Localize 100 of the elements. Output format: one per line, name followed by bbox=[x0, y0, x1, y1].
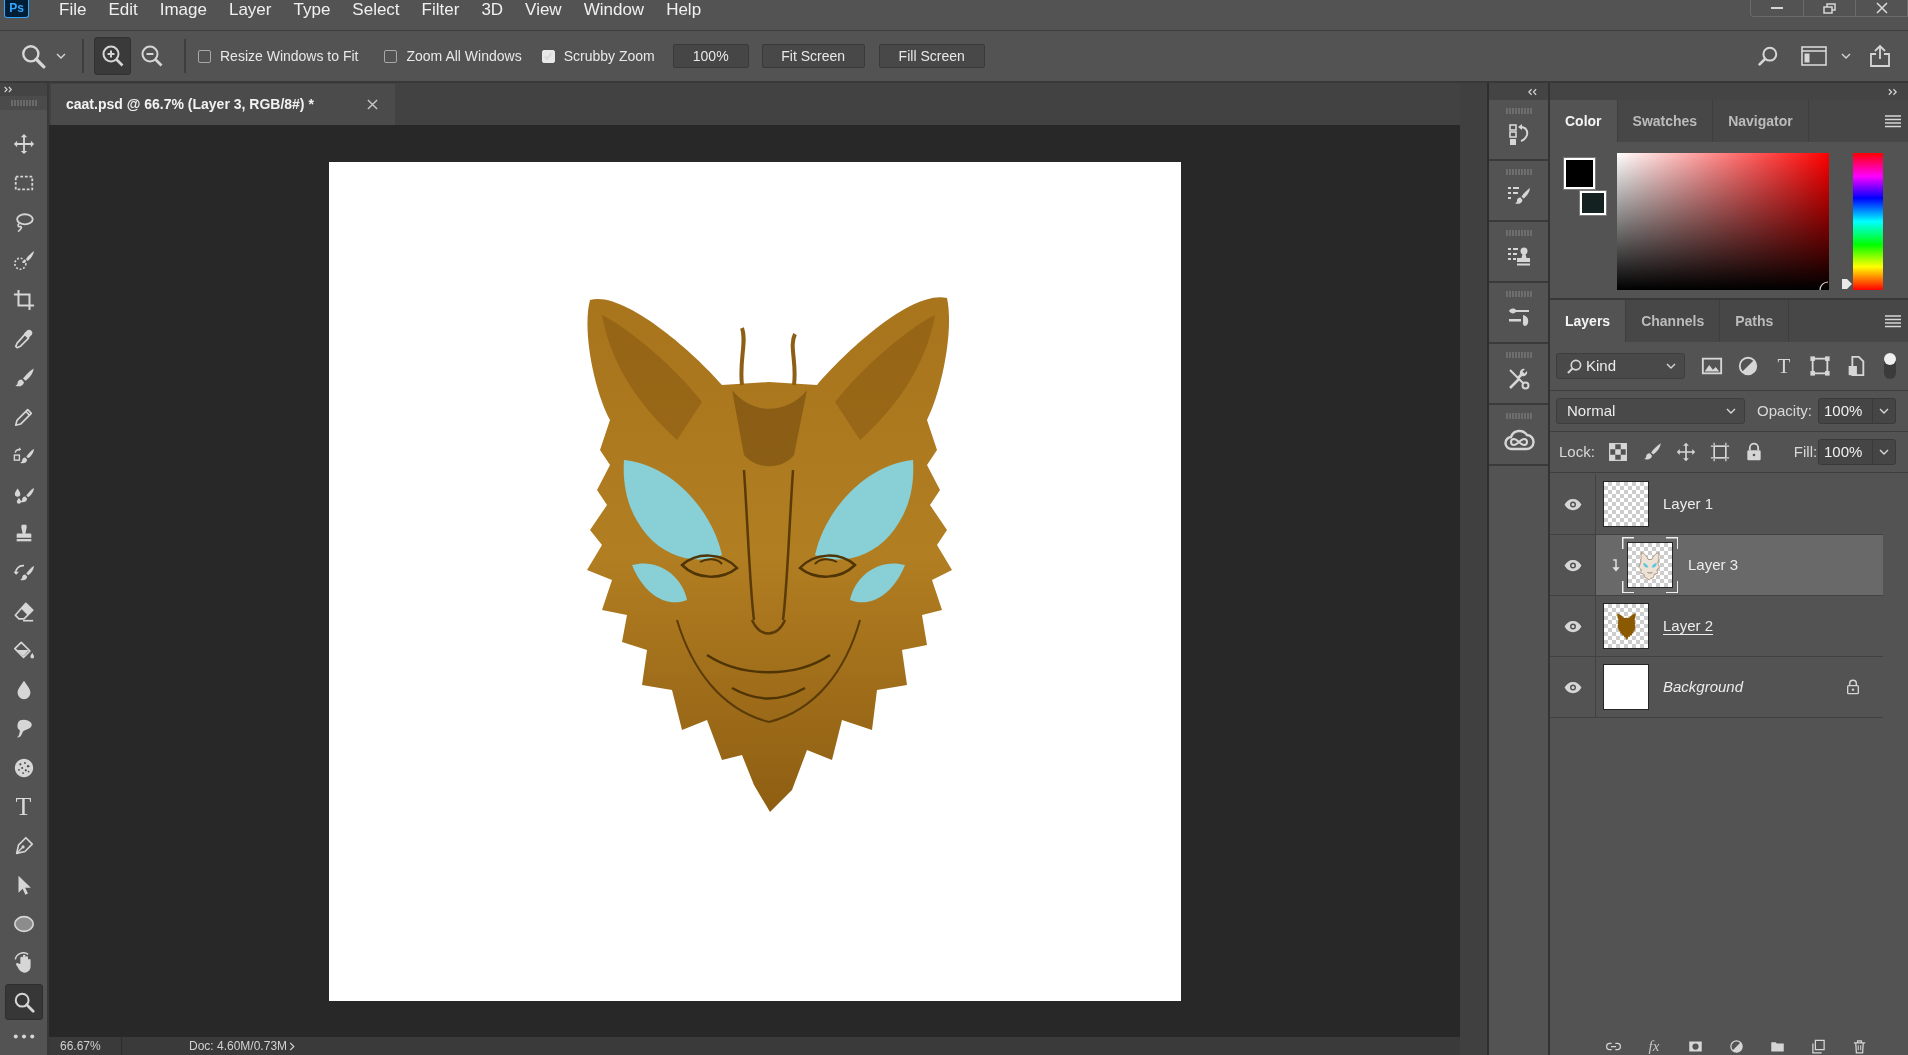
grip-icon[interactable] bbox=[1505, 352, 1532, 358]
search-icon[interactable] bbox=[1757, 45, 1779, 67]
chevron-down-icon[interactable] bbox=[1841, 53, 1851, 59]
blend-mode-dropdown[interactable]: Normal bbox=[1556, 398, 1745, 424]
picker-ring-icon bbox=[1819, 281, 1829, 290]
layer-name: Layer 2 bbox=[1663, 615, 1714, 636]
document-tab[interactable]: caat.psd @ 66.7% (Layer 3, RGB/8#) * bbox=[51, 84, 395, 125]
toolbar-button[interactable]: Fill Screen bbox=[878, 44, 985, 68]
filter-toggle[interactable] bbox=[1884, 353, 1896, 379]
background-color-swatch[interactable] bbox=[1580, 191, 1606, 215]
checkbox[interactable] bbox=[384, 49, 398, 63]
lock-button[interactable] bbox=[1708, 441, 1731, 463]
hue-slider[interactable] bbox=[1841, 153, 1883, 290]
bucket-icon bbox=[12, 639, 35, 662]
restore-icon bbox=[1821, 2, 1838, 14]
eye-icon[interactable] bbox=[1562, 557, 1583, 573]
chevron-down-icon bbox=[1726, 408, 1736, 414]
layer-thumbnail bbox=[1603, 481, 1649, 527]
eye-icon[interactable] bbox=[1562, 618, 1583, 634]
zoom-field[interactable]: 66.67% bbox=[49, 1037, 122, 1055]
caret-right-icon[interactable] bbox=[289, 1041, 296, 1051]
menu-item[interactable]: File bbox=[48, 0, 98, 20]
filter-button[interactable]: T bbox=[1769, 353, 1799, 379]
new-button[interactable] bbox=[1810, 1038, 1826, 1054]
layer-row[interactable]: Layer 3 bbox=[1596, 535, 1883, 595]
panel-tab[interactable]: Layers bbox=[1550, 300, 1627, 342]
close-icon[interactable] bbox=[367, 99, 378, 110]
chevron-down-icon bbox=[1879, 408, 1889, 414]
eyedropper-icon bbox=[12, 327, 35, 350]
minimize-icon bbox=[1769, 6, 1785, 10]
half-circle-icon bbox=[1737, 355, 1759, 377]
transform-box-icon bbox=[1809, 355, 1831, 377]
menu-item[interactable]: Filter bbox=[410, 0, 471, 20]
panel-tab[interactable]: Color bbox=[1550, 100, 1618, 142]
list-stamp-icon bbox=[1505, 245, 1532, 269]
app-logo: Ps bbox=[4, 0, 29, 18]
double-chevron-right-icon[interactable] bbox=[3, 86, 13, 93]
tool-button[interactable] bbox=[4, 983, 43, 1020]
dotted-circle-brush-icon bbox=[12, 249, 35, 272]
checkbox-label[interactable]: Zoom All Windows bbox=[406, 45, 522, 67]
eraser-icon bbox=[12, 600, 35, 623]
delete-button[interactable] bbox=[1851, 1038, 1867, 1054]
panel-tab[interactable]: Channels bbox=[1626, 300, 1721, 342]
grip-icon[interactable] bbox=[1505, 413, 1532, 419]
tool-button[interactable]: T bbox=[4, 788, 43, 825]
grip-icon[interactable] bbox=[1505, 291, 1532, 297]
color-field[interactable] bbox=[1617, 153, 1829, 290]
menu-item[interactable]: Help bbox=[655, 0, 713, 20]
crop-icon bbox=[12, 288, 35, 311]
zoom-icon[interactable] bbox=[20, 43, 46, 69]
grip-icon[interactable] bbox=[1505, 230, 1532, 236]
checkerboard-icon bbox=[1607, 442, 1628, 462]
crop-frame-icon bbox=[1709, 442, 1730, 462]
adjustment-button[interactable] bbox=[1728, 1038, 1744, 1054]
chevron-down-icon[interactable] bbox=[56, 53, 66, 59]
toolbar-button[interactable]: Fit Screen bbox=[761, 44, 865, 68]
menu-item[interactable]: Image bbox=[148, 0, 218, 20]
double-chevron-right-icon[interactable] bbox=[1887, 87, 1898, 96]
panel-menu-icon[interactable] bbox=[1885, 314, 1901, 328]
grip-icon[interactable] bbox=[1505, 169, 1532, 175]
panel-tab[interactable]: Navigator bbox=[1713, 100, 1809, 142]
panel-menu-icon[interactable] bbox=[1885, 114, 1901, 128]
menu-item[interactable]: Edit bbox=[97, 0, 149, 20]
fill-label: Fill: bbox=[1793, 441, 1818, 462]
zoom-in-button[interactable] bbox=[94, 37, 131, 75]
checkbox-label[interactable]: Resize Windows to Fit bbox=[220, 45, 359, 67]
grip-icon[interactable] bbox=[1505, 108, 1532, 114]
zoom-percent-field[interactable]: 100% bbox=[672, 44, 749, 68]
grip-icon[interactable] bbox=[10, 100, 37, 106]
zoom-icon bbox=[12, 990, 35, 1013]
slider-thumb-icon[interactable] bbox=[1841, 278, 1853, 290]
menu-item[interactable]: Type bbox=[282, 0, 342, 20]
close-icon bbox=[1873, 2, 1890, 14]
lock-button[interactable] bbox=[1606, 441, 1629, 463]
sponge-icon bbox=[12, 756, 35, 779]
checkbox[interactable] bbox=[198, 49, 211, 63]
foreground-color-swatch[interactable] bbox=[1564, 158, 1595, 189]
menu-item[interactable]: Layer bbox=[217, 0, 283, 20]
effects-button[interactable]: fx bbox=[1646, 1038, 1662, 1054]
menu-item[interactable]: 3D bbox=[470, 0, 515, 20]
menu-item[interactable]: Window bbox=[572, 0, 656, 20]
window-layout-icon[interactable] bbox=[1801, 45, 1827, 67]
checkbox-label[interactable]: Scrubby Zoom bbox=[563, 45, 655, 67]
menu-item[interactable]: Select bbox=[341, 0, 411, 20]
layer-name: Layer 3 bbox=[1688, 554, 1739, 575]
eye-icon[interactable] bbox=[1562, 496, 1583, 512]
layer-name: Layer 1 bbox=[1663, 493, 1714, 514]
panel-tab[interactable]: Swatches bbox=[1617, 100, 1714, 142]
share-icon[interactable] bbox=[1868, 44, 1892, 68]
search-icon bbox=[1567, 358, 1582, 374]
double-chevron-left-icon[interactable] bbox=[1527, 87, 1538, 96]
kind-filter-dropdown[interactable]: Kind bbox=[1556, 353, 1685, 379]
half-circle-icon bbox=[1728, 1038, 1744, 1054]
menu-item[interactable]: View bbox=[514, 0, 573, 20]
image-icon bbox=[1701, 355, 1723, 377]
layer-name: Background bbox=[1663, 676, 1744, 697]
eye-icon[interactable] bbox=[1562, 679, 1583, 695]
document-title: caat.psd @ 66.7% (Layer 3, RGB/8#) * bbox=[66, 95, 314, 114]
panel-tab[interactable]: Paths bbox=[1720, 300, 1790, 342]
lock-button[interactable] bbox=[1674, 441, 1697, 463]
